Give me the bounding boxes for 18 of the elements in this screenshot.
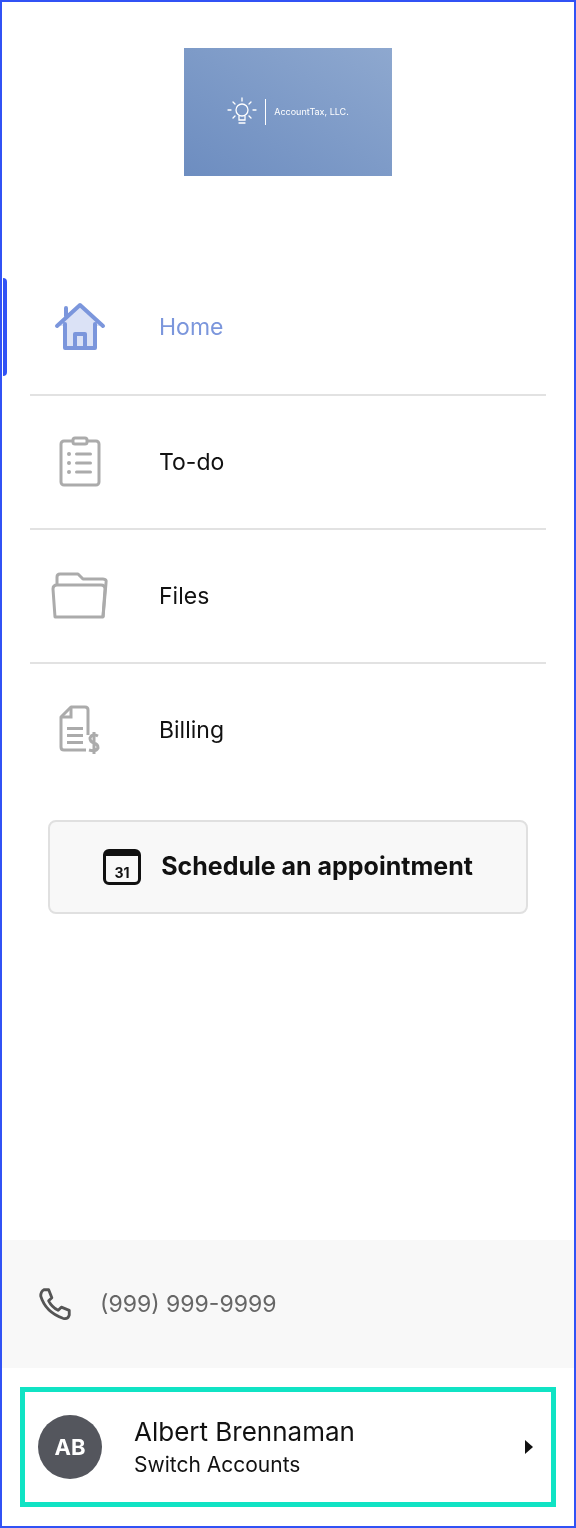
nav-item[interactable]: Files — [30, 528, 546, 662]
nav-item[interactable]: Billing — [30, 662, 546, 796]
invoice-icon — [58, 705, 102, 755]
clipboard-icon — [58, 436, 102, 488]
calendar-icon: 31 — [103, 849, 142, 885]
folder-icon — [51, 571, 109, 621]
company-name: AccountTax, LLC. — [274, 105, 349, 119]
phone-number: (999) 999-9999 — [100, 1288, 277, 1320]
switch-accounts-link[interactable]: Switch Accounts — [134, 1452, 525, 1479]
avatar: AB — [38, 1415, 102, 1479]
phone-icon — [36, 1285, 74, 1323]
house-icon — [53, 302, 107, 352]
nav-item[interactable]: To-do — [30, 394, 546, 528]
account-name: Albert Brennaman — [134, 1415, 356, 1449]
account-switcher[interactable]: AB Albert Brennaman Switch Accounts — [20, 1387, 556, 1507]
lightbulb-icon — [227, 97, 258, 127]
caret-right-icon — [525, 1440, 533, 1454]
schedule-button[interactable]: 31 Schedule an appointment — [48, 820, 528, 914]
